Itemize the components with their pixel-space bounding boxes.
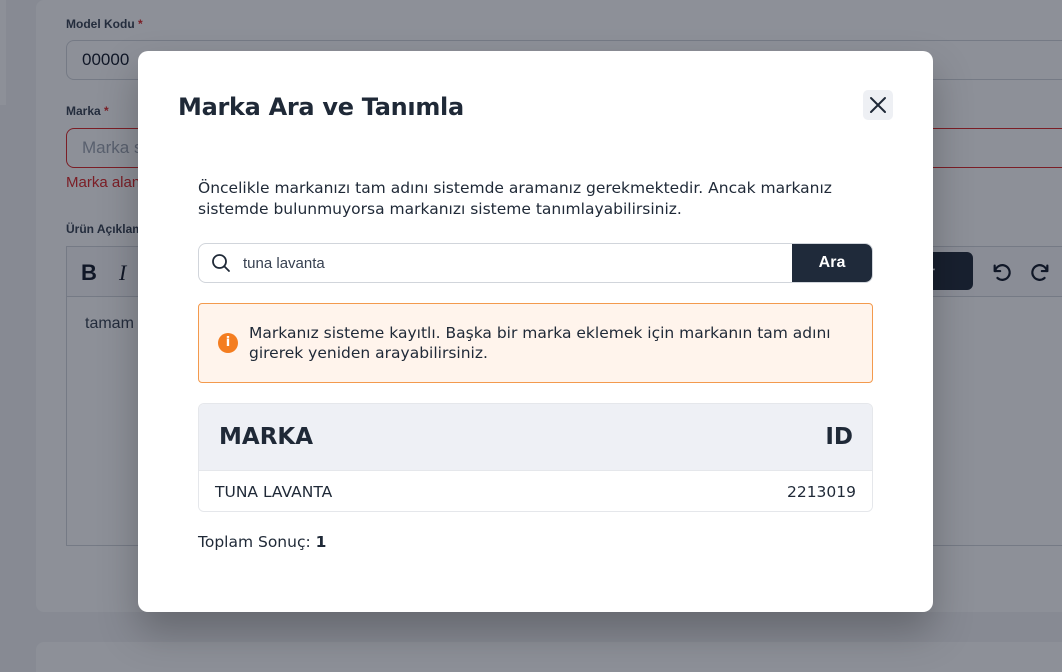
total-value: 1 — [315, 533, 327, 551]
search-icon — [199, 244, 243, 282]
brand-results-table: MARKA ID TUNA LAVANTA 2213019 — [198, 403, 873, 512]
search-button[interactable]: Ara — [792, 244, 872, 282]
modal-title: Marka Ara ve Tanımla — [178, 93, 464, 121]
info-icon: i — [218, 333, 238, 353]
modal-description: Öncelikle markanızı tam adını sistemde a… — [198, 179, 832, 218]
column-header-id: ID — [825, 424, 853, 450]
table-header: MARKA ID — [199, 404, 872, 471]
alert-message: Markanız sisteme kayıtlı. Başka bir mark… — [249, 324, 831, 362]
table-row[interactable]: TUNA LAVANTA 2213019 — [199, 471, 872, 511]
cell-marka: TUNA LAVANTA — [215, 482, 333, 501]
total-results: Toplam Sonuç: 1 — [198, 533, 326, 551]
total-label: Toplam Sonuç: — [198, 533, 311, 551]
brand-search-bar: Ara — [198, 243, 873, 283]
close-button[interactable] — [863, 90, 893, 120]
column-header-marka: MARKA — [219, 424, 314, 450]
close-icon — [870, 97, 886, 113]
brand-search-input[interactable] — [243, 244, 792, 282]
info-alert: i Markanız sisteme kayıtlı. Başka bir ma… — [198, 303, 873, 383]
cell-id: 2213019 — [786, 482, 856, 501]
brand-search-modal: Marka Ara ve Tanımla Öncelikle markanızı… — [138, 51, 933, 612]
